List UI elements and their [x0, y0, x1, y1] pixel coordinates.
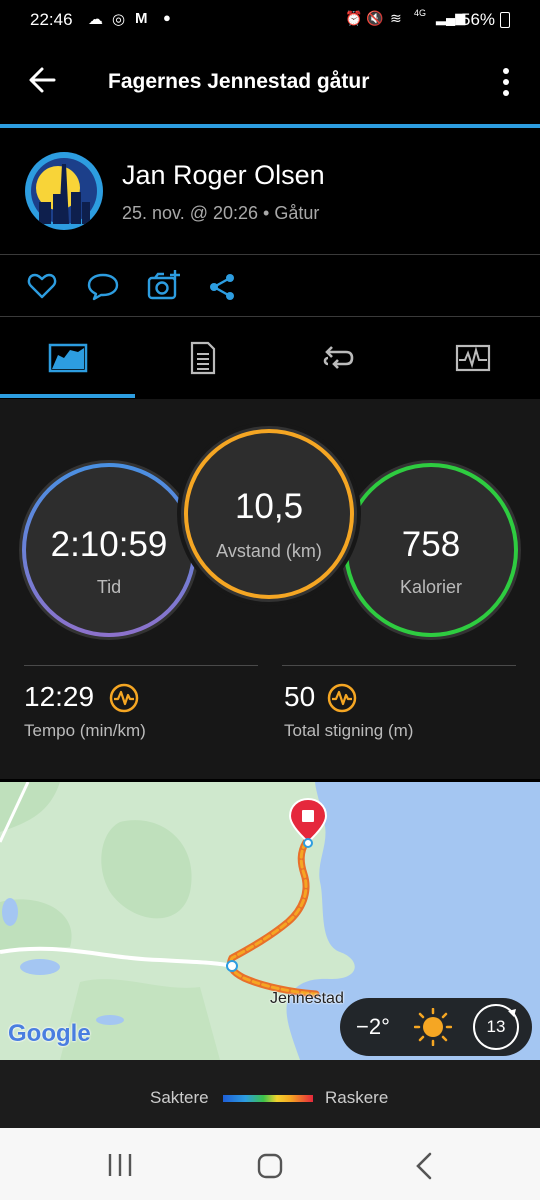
divider [24, 665, 258, 666]
laps-loop-icon [323, 346, 353, 369]
ascent-label: Total stigning (m) [284, 721, 414, 740]
wind-speed-value: 13 [486, 1017, 506, 1036]
gmail-icon: M [135, 10, 148, 27]
heart-icon [27, 273, 57, 299]
avatar[interactable] [25, 152, 103, 230]
back-nav-button[interactable] [408, 1148, 444, 1184]
activity-meta: 25. nov. @ 20:26 • Gåtur [122, 203, 320, 223]
battery-icon [500, 12, 510, 28]
more-vertical-icon [503, 68, 509, 96]
overview-chart-icon [48, 343, 87, 373]
weather-badge[interactable]: −2° 13 [340, 998, 532, 1056]
divider [0, 316, 540, 317]
battery-text: 56% [461, 10, 496, 29]
comment-icon [87, 273, 119, 301]
divider [282, 665, 516, 666]
back-arrow-icon [29, 67, 56, 93]
mute-icon: 🔇 [366, 10, 384, 26]
status-bar: 22:46 ☁ ◎ M ● ⏰ 🔇 ≋ 4G ▂▄▆ 56% [0, 0, 540, 42]
ascent-chart-icon[interactable] [326, 682, 358, 714]
sync-icon: ◎ [112, 11, 126, 28]
wind-direction-icon: 13 [472, 1003, 520, 1051]
tab-details[interactable] [135, 318, 270, 398]
sun-icon [413, 1007, 453, 1047]
tab-laps[interactable] [270, 318, 405, 398]
page-title: Fagernes Jennestad gåtur [108, 70, 370, 93]
back-button[interactable] [24, 60, 64, 100]
distance-label: Avstand (km) [216, 541, 322, 561]
heart-rate-chart-icon [455, 344, 490, 372]
document-list-icon [190, 341, 215, 375]
wifi-icon: ≋ [390, 10, 402, 26]
home-button[interactable] [252, 1148, 288, 1184]
map-place-label: Jennestad [270, 990, 344, 1007]
calories-value: 758 [401, 525, 461, 564]
tab-charts[interactable] [405, 318, 540, 398]
distance-ring: 10,5 Avstand (km) [174, 419, 364, 609]
more-menu-button[interactable] [494, 62, 518, 102]
pulse-chart-icon [327, 683, 357, 713]
stats-panel: 2:10:59 Tid 758 Kalorier 10,5 Avstand (k… [0, 399, 540, 779]
share-button[interactable] [208, 272, 236, 302]
route-map[interactable]: Jennestad Google −2° 13 [0, 782, 540, 1060]
share-icon [210, 274, 234, 300]
camera-add-icon [147, 270, 180, 300]
ascent-value: 50 [284, 681, 316, 712]
recent-apps-icon [108, 1154, 132, 1176]
avatar-image [27, 154, 101, 228]
like-button[interactable] [26, 270, 58, 302]
android-nav-bar [0, 1128, 540, 1200]
pace-chart-icon[interactable] [108, 682, 140, 714]
status-time: 22:46 [30, 10, 73, 29]
pulse-chart-icon [109, 683, 139, 713]
legend-gradient-bar [223, 1095, 313, 1102]
tab-bar [0, 318, 540, 398]
header-accent-line [0, 124, 540, 128]
calories-label: Kalorier [399, 577, 463, 597]
tab-overview[interactable] [0, 318, 135, 398]
legend-slower-label: Saktere [150, 1088, 209, 1107]
speed-legend: Saktere Raskere [0, 1060, 540, 1128]
calories-ring: 758 Kalorier [336, 455, 526, 645]
alarm-icon: ⏰ [345, 10, 363, 26]
user-name[interactable]: Jan Roger Olsen [122, 160, 325, 191]
comment-button[interactable] [86, 270, 120, 302]
chevron-left-icon [416, 1152, 432, 1180]
distance-value: 10,5 [234, 487, 304, 526]
add-photo-button[interactable] [146, 268, 182, 302]
recent-apps-button[interactable] [100, 1150, 140, 1180]
divider [0, 254, 540, 255]
network-type: 4G [414, 8, 427, 18]
more-notifications-icon: ● [163, 10, 171, 25]
google-logo: Google [8, 1020, 91, 1047]
home-icon [257, 1153, 283, 1179]
pace-label: Tempo (min/km) [24, 721, 146, 740]
app-header: Fagernes Jennestad gåtur [0, 42, 540, 124]
temperature-value: −2° [356, 1014, 390, 1039]
active-tab-indicator [0, 394, 135, 398]
pace-value: 12:29 [24, 681, 95, 712]
cloud-icon: ☁ [88, 11, 103, 28]
legend-faster-label: Raskere [325, 1088, 389, 1107]
